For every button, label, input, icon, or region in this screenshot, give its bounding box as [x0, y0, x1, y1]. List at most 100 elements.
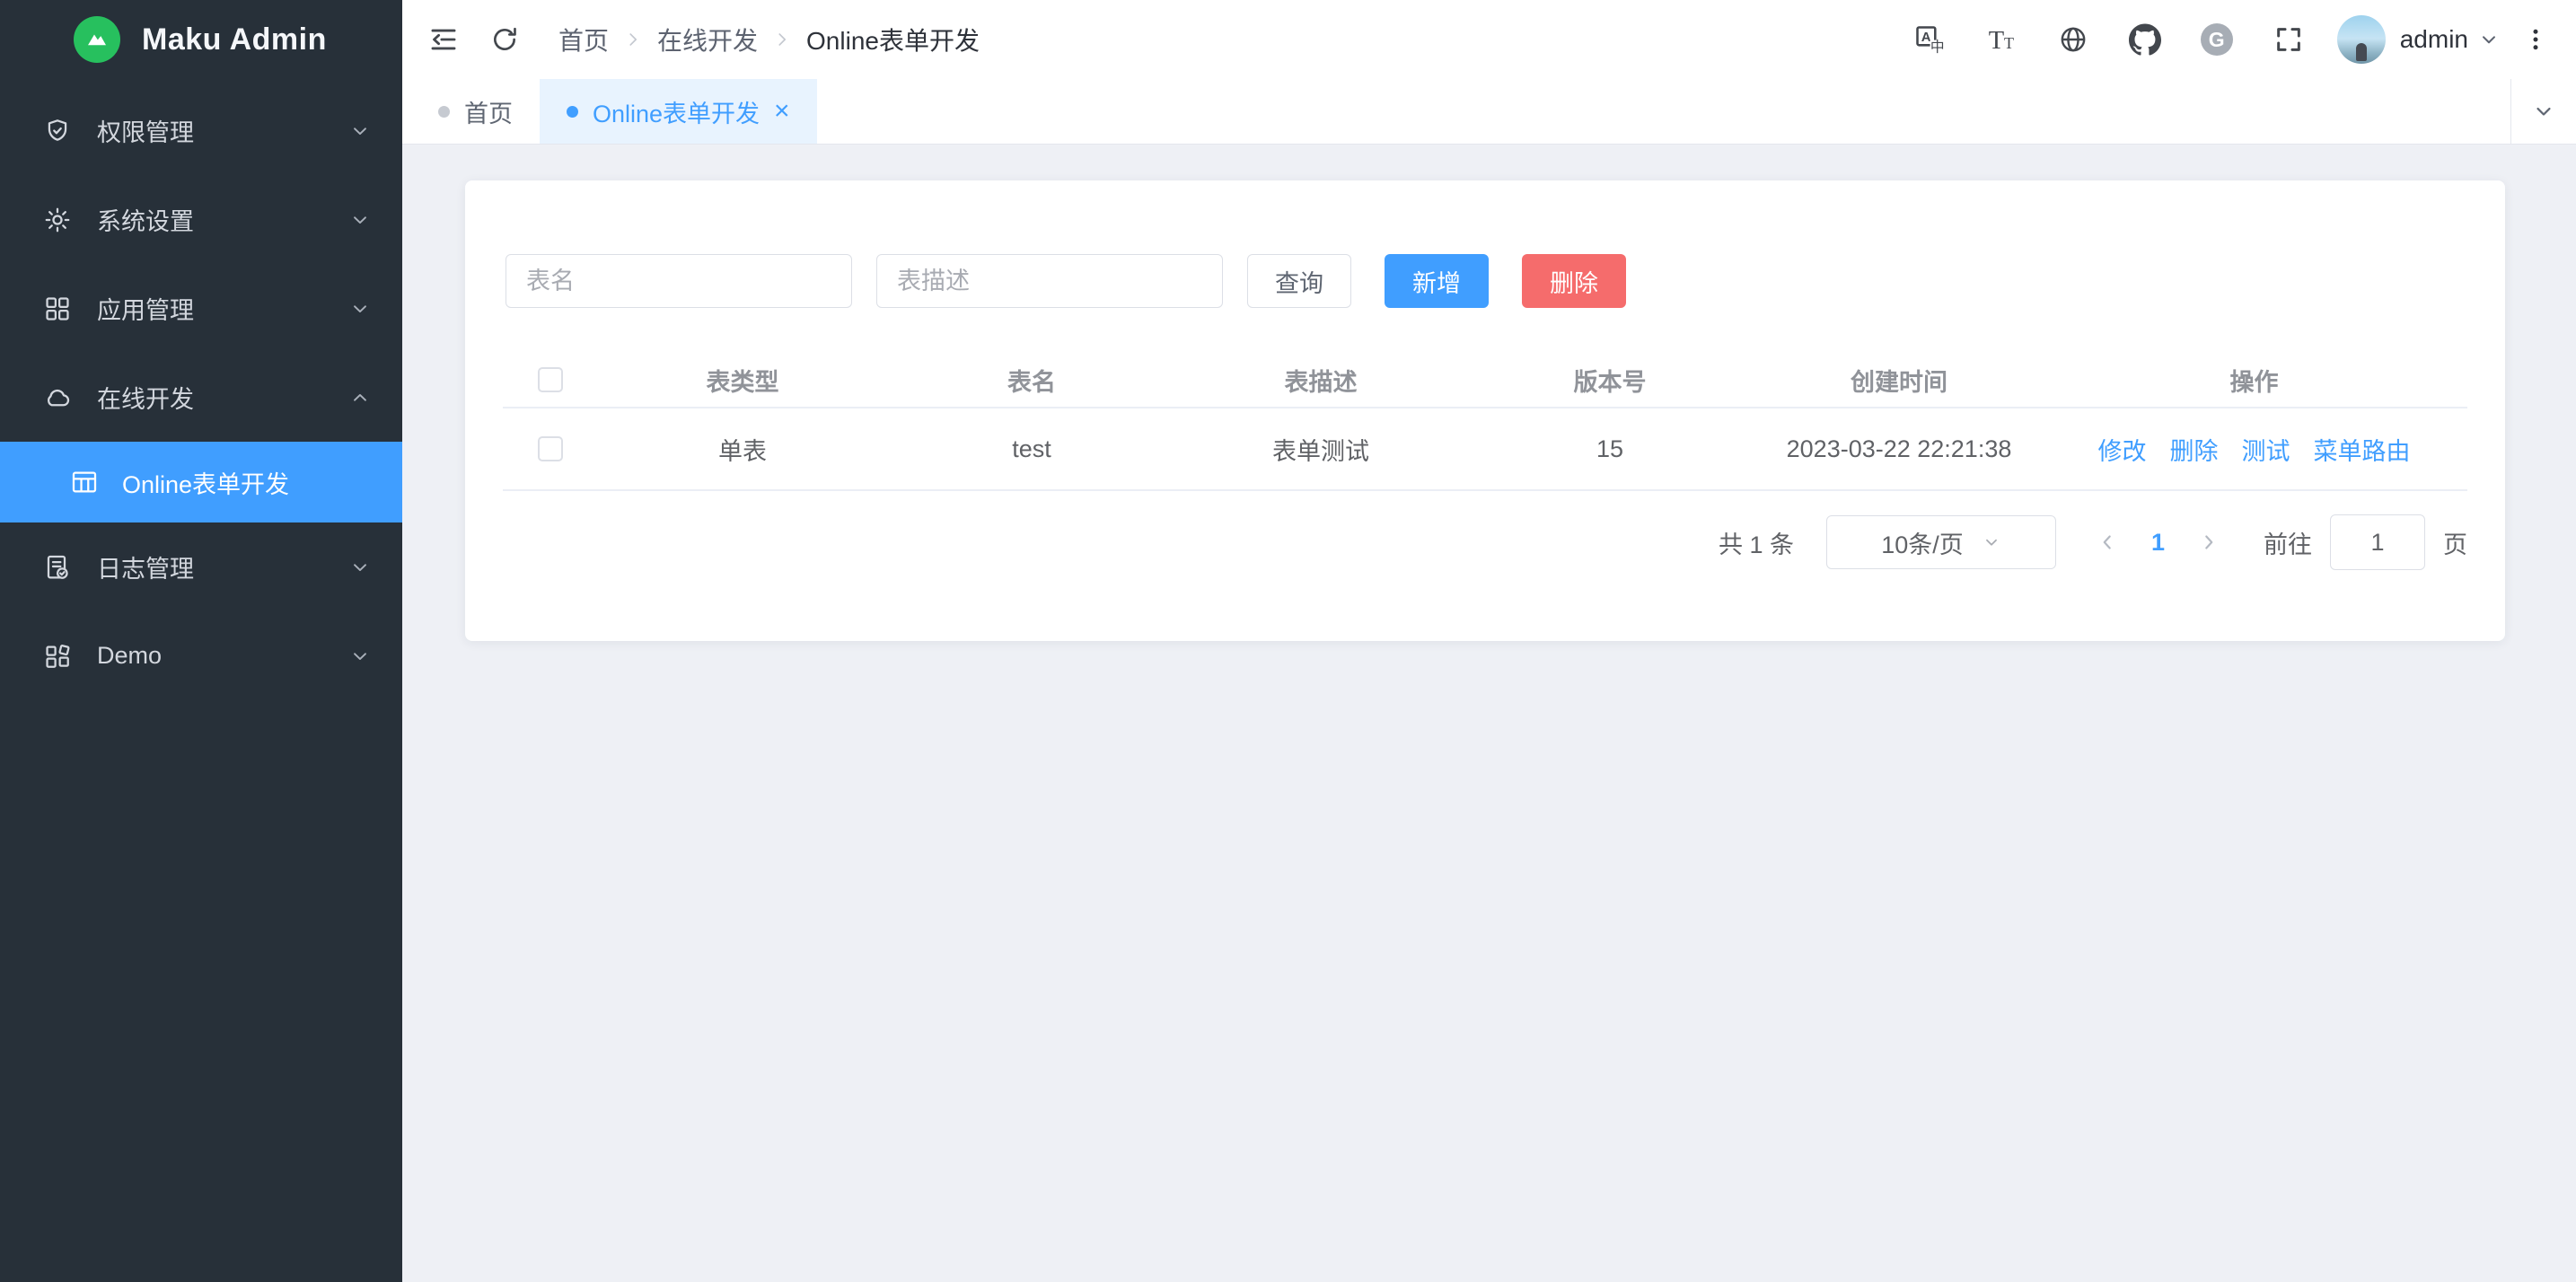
- chevron-down-icon: [348, 556, 372, 579]
- query-button[interactable]: 查询: [1247, 254, 1351, 308]
- globe-icon[interactable]: [2037, 0, 2109, 79]
- online-form-card: 查询 新增 删除 表类型 表名 表描述 版本号 创建时间 操作 单表 test: [465, 180, 2505, 641]
- current-page[interactable]: 1: [2151, 529, 2165, 557]
- tab-home[interactable]: 首页: [411, 79, 540, 144]
- gitee-icon[interactable]: G: [2181, 0, 2253, 79]
- table-name-input[interactable]: [506, 254, 852, 308]
- tab-dot-icon: [438, 106, 450, 118]
- chevron-down-icon: [348, 297, 372, 320]
- svg-text:中: 中: [1930, 40, 1945, 56]
- column-header: 表类型: [598, 363, 887, 398]
- kebab-menu-icon[interactable]: [2510, 0, 2562, 79]
- chevron-down-icon: [1982, 532, 2001, 552]
- sidebar-item-label: 在线开发: [97, 380, 348, 415]
- user-menu[interactable]: admin: [2400, 25, 2501, 54]
- github-icon[interactable]: [2109, 0, 2181, 79]
- breadcrumb-home[interactable]: 首页: [558, 22, 609, 57]
- delete-link[interactable]: 删除: [2170, 432, 2219, 467]
- row-checkbox[interactable]: [538, 436, 563, 461]
- svg-text:T: T: [1988, 27, 2003, 55]
- column-header: 操作: [2044, 363, 2465, 398]
- goto-label: 前往: [2264, 525, 2312, 560]
- refresh-icon[interactable]: [474, 0, 535, 79]
- total-count: 共 1 条: [1719, 525, 1794, 560]
- sidebar-item-system-settings[interactable]: 系统设置: [0, 175, 402, 264]
- chevron-down-icon: [348, 645, 372, 668]
- edit-link[interactable]: 修改: [2098, 432, 2147, 467]
- column-header: 创建时间: [1754, 363, 2044, 398]
- tab-online-form-dev[interactable]: Online表单开发 ×: [540, 79, 817, 144]
- sidebar-item-permissions[interactable]: 权限管理: [0, 86, 402, 175]
- collapse-menu-icon[interactable]: [413, 0, 474, 79]
- search-toolbar: 查询 新增 删除: [506, 254, 2465, 308]
- cloud-icon: [43, 383, 72, 412]
- sidebar-item-label: Online表单开发: [122, 465, 372, 500]
- breadcrumb-current: Online表单开发: [806, 22, 980, 57]
- logo-mountain-icon: [74, 16, 120, 63]
- close-icon[interactable]: ×: [774, 98, 790, 125]
- top-bar-actions: A 中 T T G: [1894, 0, 2576, 79]
- add-button[interactable]: 新增: [1385, 254, 1489, 308]
- username: admin: [2400, 25, 2468, 54]
- logo[interactable]: Maku Admin: [0, 0, 402, 79]
- goto-page-input[interactable]: [2330, 514, 2425, 570]
- table-desc-input[interactable]: [876, 254, 1223, 308]
- tabs-dropdown-button[interactable]: [2510, 79, 2576, 144]
- breadcrumb: 首页 在线开发 Online表单开发: [558, 22, 980, 57]
- page-unit-label: 页: [2443, 525, 2467, 560]
- row-actions: 修改 删除 测试 菜单路由: [2044, 432, 2465, 467]
- log-check-icon: [43, 553, 72, 582]
- top-bar: 首页 在线开发 Online表单开发 A 中 T: [402, 0, 2576, 79]
- table-header-row: 表类型 表名 表描述 版本号 创建时间 操作: [503, 353, 2467, 408]
- column-header: 表描述: [1176, 363, 1465, 398]
- chevron-up-icon: [348, 386, 372, 409]
- gear-icon: [43, 206, 72, 234]
- cell-table-desc: 表单测试: [1176, 432, 1465, 467]
- main-content: 查询 新增 删除 表类型 表名 表描述 版本号 创建时间 操作 单表 test: [402, 145, 2576, 1282]
- sidebar: Maku Admin 权限管理: [0, 0, 402, 1282]
- sidebar-item-label: Demo: [97, 642, 348, 670]
- fullscreen-icon[interactable]: [2253, 0, 2325, 79]
- sidebar-item-label: 权限管理: [97, 113, 348, 148]
- sidebar-item-demo[interactable]: Demo: [0, 611, 402, 700]
- chevron-down-icon: [348, 208, 372, 232]
- avatar[interactable]: [2337, 15, 2386, 64]
- sidebar-item-online-dev[interactable]: 在线开发: [0, 353, 402, 442]
- app-window: Maku Admin 权限管理: [0, 0, 2576, 1282]
- table-icon: [70, 468, 99, 496]
- cell-table-name: test: [887, 435, 1176, 463]
- tab-dot-icon: [567, 106, 578, 118]
- chevron-down-icon: [348, 119, 372, 143]
- font-size-icon[interactable]: T T: [1965, 0, 2037, 79]
- cell-table-type: 单表: [598, 432, 887, 467]
- chevron-down-icon: [2477, 28, 2501, 51]
- chevron-right-icon: [772, 30, 792, 49]
- sidebar-item-app-management[interactable]: 应用管理: [0, 264, 402, 353]
- breadcrumb-online-dev[interactable]: 在线开发: [657, 22, 758, 57]
- test-link[interactable]: 测试: [2242, 432, 2290, 467]
- gitee-badge: G: [2201, 23, 2233, 56]
- delete-button[interactable]: 删除: [1522, 254, 1626, 308]
- cell-created-at: 2023-03-22 22:21:38: [1754, 435, 2044, 463]
- select-all-checkbox[interactable]: [538, 367, 563, 392]
- page-size-value: 10条/页: [1881, 525, 1964, 560]
- sidebar-item-log-management[interactable]: 日志管理: [0, 522, 402, 611]
- column-header: 版本号: [1465, 363, 1754, 398]
- sidebar-item-label: 系统设置: [97, 202, 348, 237]
- prev-page-icon[interactable]: [2096, 531, 2119, 554]
- shield-check-icon: [43, 117, 72, 145]
- app-grid-icon: [43, 294, 72, 323]
- pagination: 共 1 条 10条/页 1 前往 页: [503, 514, 2467, 570]
- menu-route-link[interactable]: 菜单路由: [2314, 432, 2411, 467]
- data-table: 表类型 表名 表描述 版本号 创建时间 操作 单表 test 表单测试 15 2…: [503, 353, 2467, 491]
- chevron-down-icon: [2531, 99, 2556, 124]
- translate-icon[interactable]: A 中: [1894, 0, 1965, 79]
- svg-text:T: T: [2004, 34, 2014, 52]
- next-page-icon[interactable]: [2197, 531, 2220, 554]
- sidebar-item-online-form-dev[interactable]: Online表单开发: [0, 442, 402, 522]
- sidebar-item-label: 应用管理: [97, 291, 348, 326]
- page-size-select[interactable]: 10条/页: [1826, 515, 2056, 569]
- tab-label: Online表单开发: [593, 94, 760, 129]
- tab-label: 首页: [464, 94, 513, 129]
- app-title: Maku Admin: [142, 22, 327, 57]
